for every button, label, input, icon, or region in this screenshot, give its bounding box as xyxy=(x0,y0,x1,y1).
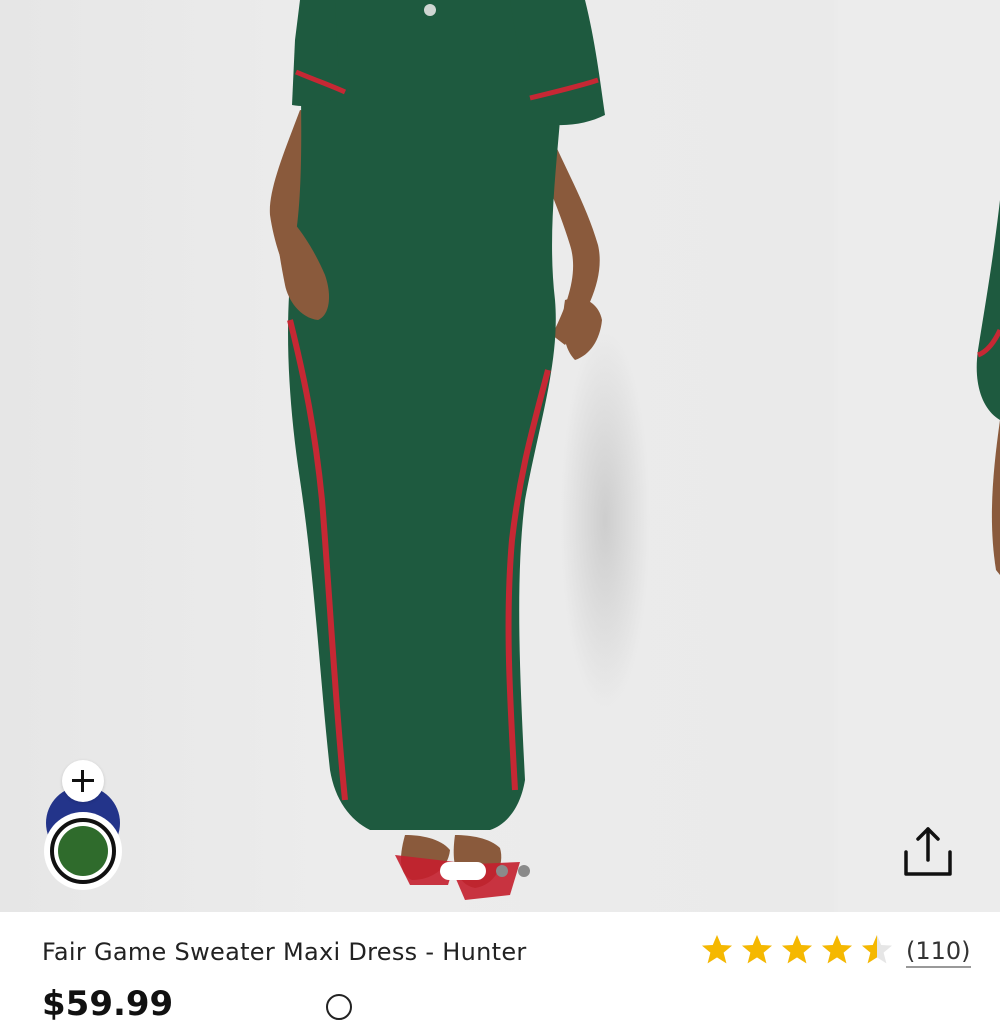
shadow xyxy=(560,330,650,710)
star-icon xyxy=(860,933,894,967)
color-swatch-selected[interactable] xyxy=(44,812,122,890)
share-button[interactable] xyxy=(900,824,956,880)
swatch-outline xyxy=(50,818,116,884)
model-photo xyxy=(269,0,605,900)
plus-icon xyxy=(72,770,94,792)
rating-stars[interactable] xyxy=(700,933,894,967)
info-icon[interactable] xyxy=(326,994,352,1020)
star-icon xyxy=(700,933,734,967)
star-icon xyxy=(740,933,774,967)
carousel-dot[interactable] xyxy=(496,865,508,877)
reviews-count-link[interactable]: (110) xyxy=(906,938,971,968)
share-icon xyxy=(904,827,952,876)
carousel-dot-active[interactable] xyxy=(440,862,486,880)
add-to-wishlist-button[interactable] xyxy=(62,760,104,802)
star-icon xyxy=(780,933,814,967)
swatch-color-hunter xyxy=(58,826,108,876)
product-image-main[interactable] xyxy=(0,0,834,912)
carousel-pagination xyxy=(440,862,530,880)
product-price: $59.99 xyxy=(42,984,174,1024)
product-image-next[interactable] xyxy=(838,0,1000,912)
product-image-gallery[interactable] xyxy=(0,0,1000,912)
star-icon xyxy=(820,933,854,967)
next-model-photo xyxy=(976,200,1000,575)
carousel-dot[interactable] xyxy=(518,865,530,877)
product-title: Fair Game Sweater Maxi Dress - Hunter xyxy=(42,938,527,966)
